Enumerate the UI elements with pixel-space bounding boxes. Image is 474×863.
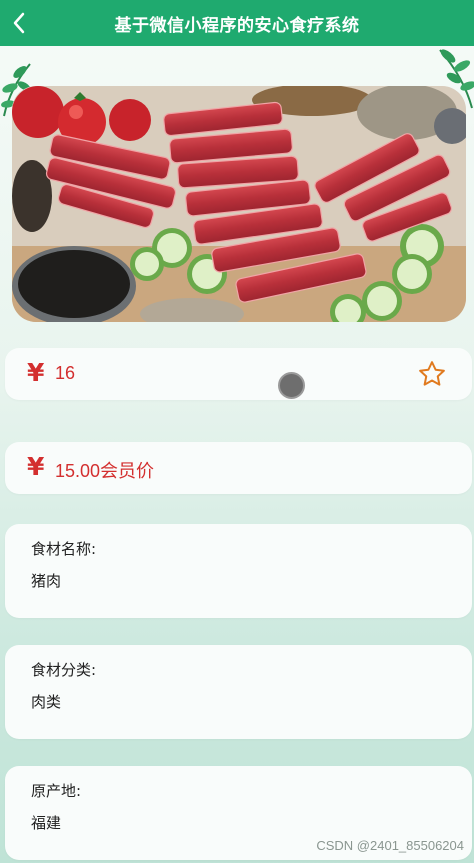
detail-label: 原产地: bbox=[31, 782, 82, 800]
chevron-left-icon bbox=[13, 12, 25, 34]
nav-bar: 基于微信小程序的安心食疗系统 bbox=[0, 0, 474, 46]
detail-card-category: 食材分类: 肉类 bbox=[5, 645, 472, 739]
page-title: 基于微信小程序的安心食疗系统 bbox=[114, 15, 360, 36]
detail-label: 食材分类: bbox=[31, 661, 97, 679]
product-image bbox=[12, 86, 466, 322]
touch-indicator bbox=[278, 372, 305, 399]
detail-value: 猪肉 bbox=[31, 572, 62, 590]
star-outline-icon bbox=[419, 361, 445, 386]
back-button[interactable] bbox=[6, 8, 32, 38]
currency-symbol: ¥ bbox=[27, 452, 45, 481]
detail-label: 食材名称: bbox=[31, 540, 97, 558]
price-card: ¥ 16 bbox=[5, 348, 472, 400]
favorite-button[interactable] bbox=[417, 359, 447, 389]
currency-symbol: ¥ bbox=[27, 358, 45, 387]
detail-value: 福建 bbox=[31, 814, 62, 832]
price-value: 16 bbox=[55, 363, 76, 383]
member-price-card: ¥ 15.00会员价 bbox=[5, 442, 472, 494]
detail-value: 肉类 bbox=[31, 693, 62, 711]
detail-card-name: 食材名称: 猪肉 bbox=[5, 524, 472, 618]
member-price-value: 15.00会员价 bbox=[55, 461, 155, 481]
watermark: CSDN @2401_85506204 bbox=[316, 838, 464, 853]
